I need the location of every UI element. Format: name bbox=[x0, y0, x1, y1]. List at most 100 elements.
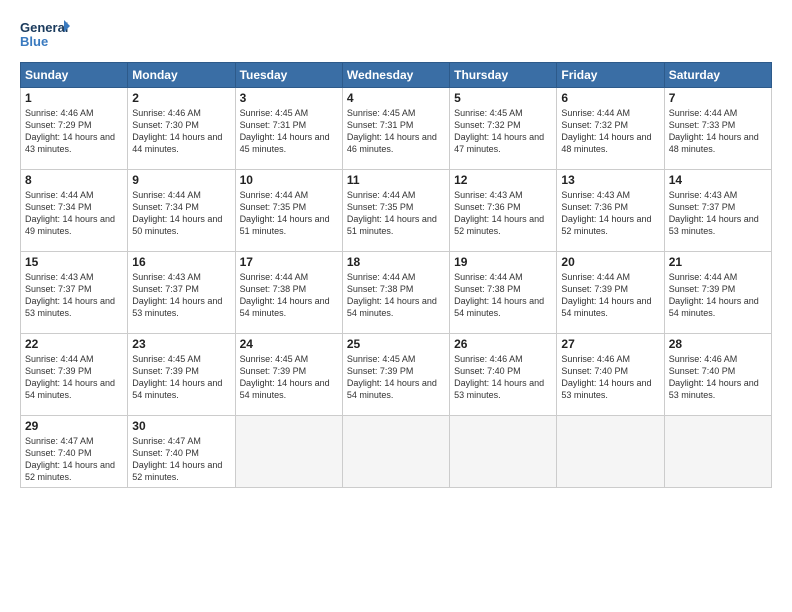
calendar-cell: 7 Sunrise: 4:44 AM Sunset: 7:33 PM Dayli… bbox=[664, 88, 771, 170]
col-thursday: Thursday bbox=[450, 63, 557, 88]
cell-info: Sunrise: 4:44 AM Sunset: 7:38 PM Dayligh… bbox=[454, 271, 552, 320]
day-number: 23 bbox=[132, 337, 230, 351]
col-friday: Friday bbox=[557, 63, 664, 88]
cell-info: Sunrise: 4:43 AM Sunset: 7:37 PM Dayligh… bbox=[25, 271, 123, 320]
cell-info: Sunrise: 4:46 AM Sunset: 7:30 PM Dayligh… bbox=[132, 107, 230, 156]
calendar-cell: 19 Sunrise: 4:44 AM Sunset: 7:38 PM Dayl… bbox=[450, 252, 557, 334]
day-number: 2 bbox=[132, 91, 230, 105]
calendar-cell: 27 Sunrise: 4:46 AM Sunset: 7:40 PM Dayl… bbox=[557, 334, 664, 416]
calendar-cell: 21 Sunrise: 4:44 AM Sunset: 7:39 PM Dayl… bbox=[664, 252, 771, 334]
cell-info: Sunrise: 4:46 AM Sunset: 7:29 PM Dayligh… bbox=[25, 107, 123, 156]
calendar-cell: 23 Sunrise: 4:45 AM Sunset: 7:39 PM Dayl… bbox=[128, 334, 235, 416]
calendar-cell: 25 Sunrise: 4:45 AM Sunset: 7:39 PM Dayl… bbox=[342, 334, 449, 416]
calendar-cell: 13 Sunrise: 4:43 AM Sunset: 7:36 PM Dayl… bbox=[557, 170, 664, 252]
day-number: 1 bbox=[25, 91, 123, 105]
day-number: 28 bbox=[669, 337, 767, 351]
calendar-table: Sunday Monday Tuesday Wednesday Thursday… bbox=[20, 62, 772, 488]
calendar-cell: 9 Sunrise: 4:44 AM Sunset: 7:34 PM Dayli… bbox=[128, 170, 235, 252]
cell-info: Sunrise: 4:43 AM Sunset: 7:37 PM Dayligh… bbox=[669, 189, 767, 238]
calendar-cell: 30 Sunrise: 4:47 AM Sunset: 7:40 PM Dayl… bbox=[128, 416, 235, 488]
logo-svg: General Blue bbox=[20, 16, 70, 52]
day-number: 17 bbox=[240, 255, 338, 269]
calendar-cell: 4 Sunrise: 4:45 AM Sunset: 7:31 PM Dayli… bbox=[342, 88, 449, 170]
calendar-cell bbox=[235, 416, 342, 488]
day-number: 22 bbox=[25, 337, 123, 351]
cell-info: Sunrise: 4:44 AM Sunset: 7:39 PM Dayligh… bbox=[669, 271, 767, 320]
day-number: 25 bbox=[347, 337, 445, 351]
calendar-cell: 11 Sunrise: 4:44 AM Sunset: 7:35 PM Dayl… bbox=[342, 170, 449, 252]
day-number: 3 bbox=[240, 91, 338, 105]
header: General Blue bbox=[20, 16, 772, 52]
calendar-cell: 18 Sunrise: 4:44 AM Sunset: 7:38 PM Dayl… bbox=[342, 252, 449, 334]
calendar-cell bbox=[557, 416, 664, 488]
cell-info: Sunrise: 4:44 AM Sunset: 7:38 PM Dayligh… bbox=[347, 271, 445, 320]
calendar-cell: 15 Sunrise: 4:43 AM Sunset: 7:37 PM Dayl… bbox=[21, 252, 128, 334]
svg-text:General: General bbox=[20, 20, 68, 35]
calendar-cell: 6 Sunrise: 4:44 AM Sunset: 7:32 PM Dayli… bbox=[557, 88, 664, 170]
cell-info: Sunrise: 4:46 AM Sunset: 7:40 PM Dayligh… bbox=[561, 353, 659, 402]
page: General Blue Sunday Monday Tuesday Wedne… bbox=[0, 0, 792, 612]
cell-info: Sunrise: 4:46 AM Sunset: 7:40 PM Dayligh… bbox=[454, 353, 552, 402]
day-number: 4 bbox=[347, 91, 445, 105]
day-number: 16 bbox=[132, 255, 230, 269]
day-number: 5 bbox=[454, 91, 552, 105]
calendar-cell: 28 Sunrise: 4:46 AM Sunset: 7:40 PM Dayl… bbox=[664, 334, 771, 416]
svg-text:Blue: Blue bbox=[20, 34, 48, 49]
cell-info: Sunrise: 4:43 AM Sunset: 7:37 PM Dayligh… bbox=[132, 271, 230, 320]
cell-info: Sunrise: 4:45 AM Sunset: 7:39 PM Dayligh… bbox=[240, 353, 338, 402]
cell-info: Sunrise: 4:45 AM Sunset: 7:39 PM Dayligh… bbox=[132, 353, 230, 402]
day-number: 30 bbox=[132, 419, 230, 433]
cell-info: Sunrise: 4:44 AM Sunset: 7:39 PM Dayligh… bbox=[561, 271, 659, 320]
day-number: 12 bbox=[454, 173, 552, 187]
cell-info: Sunrise: 4:44 AM Sunset: 7:35 PM Dayligh… bbox=[347, 189, 445, 238]
calendar-cell: 29 Sunrise: 4:47 AM Sunset: 7:40 PM Dayl… bbox=[21, 416, 128, 488]
calendar-cell: 17 Sunrise: 4:44 AM Sunset: 7:38 PM Dayl… bbox=[235, 252, 342, 334]
calendar-cell: 8 Sunrise: 4:44 AM Sunset: 7:34 PM Dayli… bbox=[21, 170, 128, 252]
cell-info: Sunrise: 4:45 AM Sunset: 7:32 PM Dayligh… bbox=[454, 107, 552, 156]
calendar-cell: 2 Sunrise: 4:46 AM Sunset: 7:30 PM Dayli… bbox=[128, 88, 235, 170]
day-number: 15 bbox=[25, 255, 123, 269]
calendar-cell: 24 Sunrise: 4:45 AM Sunset: 7:39 PM Dayl… bbox=[235, 334, 342, 416]
col-wednesday: Wednesday bbox=[342, 63, 449, 88]
calendar-cell bbox=[450, 416, 557, 488]
cell-info: Sunrise: 4:45 AM Sunset: 7:31 PM Dayligh… bbox=[240, 107, 338, 156]
cell-info: Sunrise: 4:44 AM Sunset: 7:32 PM Dayligh… bbox=[561, 107, 659, 156]
calendar-cell bbox=[342, 416, 449, 488]
cell-info: Sunrise: 4:44 AM Sunset: 7:38 PM Dayligh… bbox=[240, 271, 338, 320]
day-number: 13 bbox=[561, 173, 659, 187]
col-tuesday: Tuesday bbox=[235, 63, 342, 88]
calendar-cell: 20 Sunrise: 4:44 AM Sunset: 7:39 PM Dayl… bbox=[557, 252, 664, 334]
cell-info: Sunrise: 4:44 AM Sunset: 7:34 PM Dayligh… bbox=[25, 189, 123, 238]
day-number: 18 bbox=[347, 255, 445, 269]
cell-info: Sunrise: 4:47 AM Sunset: 7:40 PM Dayligh… bbox=[25, 435, 123, 484]
day-number: 8 bbox=[25, 173, 123, 187]
calendar-cell: 5 Sunrise: 4:45 AM Sunset: 7:32 PM Dayli… bbox=[450, 88, 557, 170]
cell-info: Sunrise: 4:47 AM Sunset: 7:40 PM Dayligh… bbox=[132, 435, 230, 484]
logo: General Blue bbox=[20, 16, 70, 52]
col-saturday: Saturday bbox=[664, 63, 771, 88]
col-monday: Monday bbox=[128, 63, 235, 88]
day-number: 11 bbox=[347, 173, 445, 187]
cell-info: Sunrise: 4:43 AM Sunset: 7:36 PM Dayligh… bbox=[454, 189, 552, 238]
calendar-cell: 1 Sunrise: 4:46 AM Sunset: 7:29 PM Dayli… bbox=[21, 88, 128, 170]
day-number: 7 bbox=[669, 91, 767, 105]
cell-info: Sunrise: 4:44 AM Sunset: 7:34 PM Dayligh… bbox=[132, 189, 230, 238]
calendar-cell: 16 Sunrise: 4:43 AM Sunset: 7:37 PM Dayl… bbox=[128, 252, 235, 334]
cell-info: Sunrise: 4:44 AM Sunset: 7:35 PM Dayligh… bbox=[240, 189, 338, 238]
calendar-cell bbox=[664, 416, 771, 488]
cell-info: Sunrise: 4:44 AM Sunset: 7:33 PM Dayligh… bbox=[669, 107, 767, 156]
col-sunday: Sunday bbox=[21, 63, 128, 88]
day-number: 26 bbox=[454, 337, 552, 351]
day-number: 24 bbox=[240, 337, 338, 351]
calendar-cell: 3 Sunrise: 4:45 AM Sunset: 7:31 PM Dayli… bbox=[235, 88, 342, 170]
day-number: 14 bbox=[669, 173, 767, 187]
cell-info: Sunrise: 4:46 AM Sunset: 7:40 PM Dayligh… bbox=[669, 353, 767, 402]
day-number: 20 bbox=[561, 255, 659, 269]
day-number: 19 bbox=[454, 255, 552, 269]
day-number: 6 bbox=[561, 91, 659, 105]
day-number: 27 bbox=[561, 337, 659, 351]
calendar-cell: 22 Sunrise: 4:44 AM Sunset: 7:39 PM Dayl… bbox=[21, 334, 128, 416]
cell-info: Sunrise: 4:43 AM Sunset: 7:36 PM Dayligh… bbox=[561, 189, 659, 238]
calendar-cell: 14 Sunrise: 4:43 AM Sunset: 7:37 PM Dayl… bbox=[664, 170, 771, 252]
day-number: 10 bbox=[240, 173, 338, 187]
